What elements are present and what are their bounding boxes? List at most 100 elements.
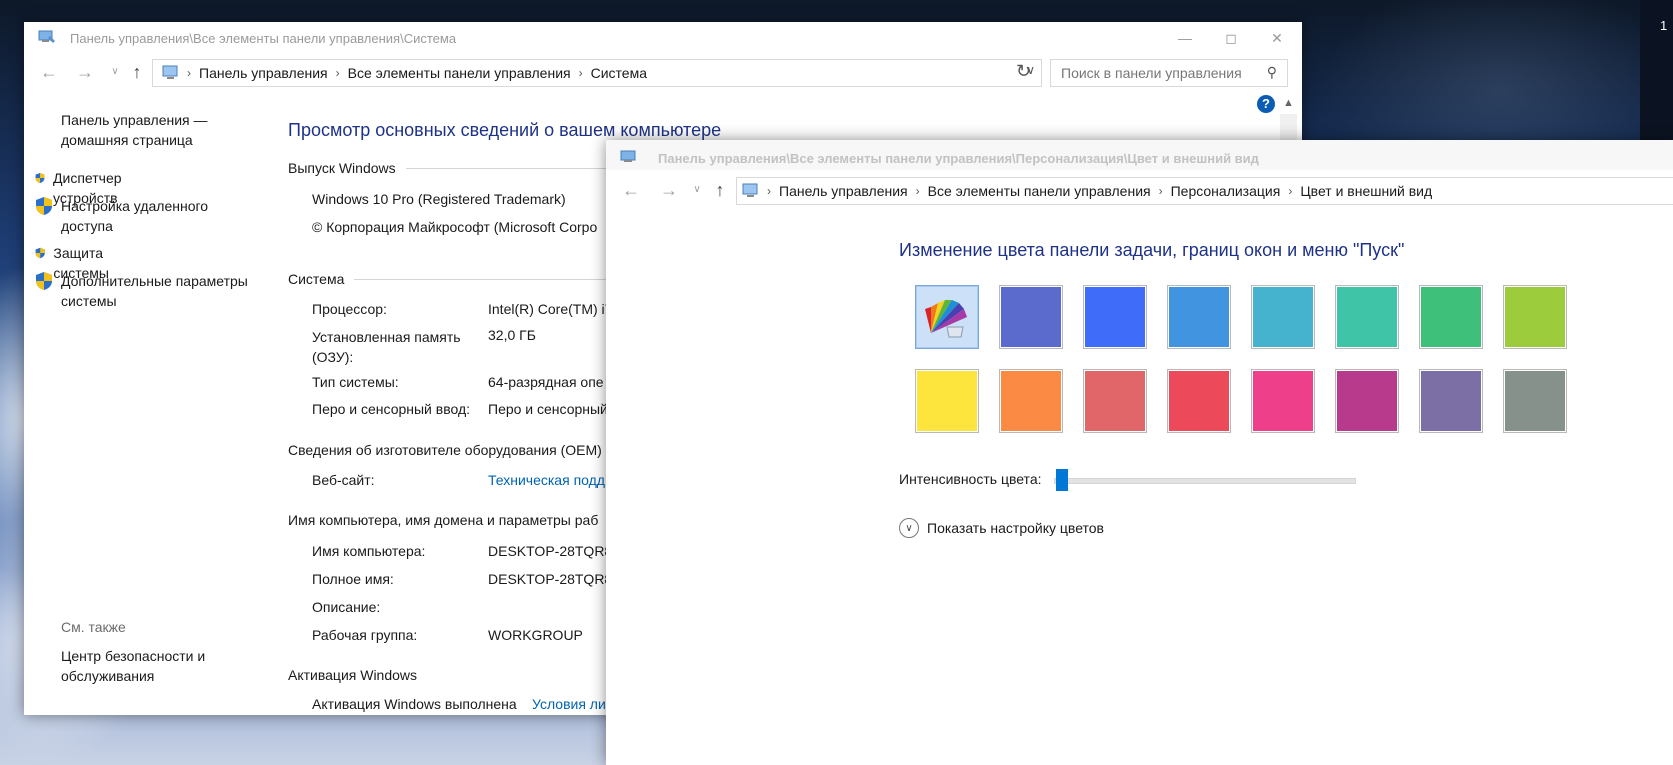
back-arrow-icon[interactable]: ← (620, 180, 642, 200)
system-type-value: 64-разрядная опе (488, 374, 604, 390)
pen-touch-value: Перо и сенсорный (488, 401, 608, 417)
search-icon[interactable]: ⚲ (1267, 64, 1277, 81)
sidebar-item-label: Настройка удаленного доступа (61, 198, 209, 234)
computer-name-section-heading: Имя компьютера, имя домена и параметры р… (288, 512, 598, 528)
breadcrumb-system[interactable]: Система (585, 65, 653, 81)
intensity-slider-track[interactable] (1054, 478, 1356, 484)
shield-icon (35, 172, 45, 184)
workgroup-value: WORKGROUP (488, 627, 583, 643)
tray-text: 1 (1660, 18, 1668, 33)
section-heading-text: Сведения об изготовителе оборудования (O… (288, 442, 602, 458)
breadcrumb-separator: › (1288, 184, 1293, 198)
color-swatch[interactable] (1503, 369, 1567, 433)
breadcrumb-control-panel[interactable]: Панель управления (193, 65, 334, 81)
help-icon[interactable]: ? (1257, 95, 1275, 113)
forward-arrow-icon[interactable]: → (658, 180, 680, 200)
sidebar-item-label: Дополнительные параметры системы (61, 273, 248, 309)
edition-section-heading: Выпуск Windows (288, 160, 626, 176)
color-swatch[interactable] (1251, 369, 1315, 433)
website-label: Веб-сайт: (312, 472, 375, 488)
control-panel-home-link[interactable]: Панель управления — домашняя страница (61, 110, 251, 150)
breadcrumb-separator: › (187, 66, 191, 80)
system-type-label: Тип системы: (312, 374, 399, 390)
up-arrow-icon[interactable]: ↑ (126, 62, 148, 82)
personalization-icon (620, 150, 636, 162)
system-address-bar[interactable]: › Панель управления › Все элементы панел… (152, 59, 1042, 87)
color-address-bar[interactable]: › Панель управления › Все элементы панел… (736, 177, 1673, 205)
description-label: Описание: (312, 599, 381, 615)
close-button[interactable]: ✕ (1254, 22, 1300, 54)
breadcrumb-separator: › (767, 184, 771, 198)
recent-dropdown-icon[interactable]: ∨ (686, 180, 708, 200)
breadcrumb-personalization[interactable]: Персонализация (1165, 183, 1287, 199)
breadcrumb-separator: › (578, 66, 583, 80)
system-address-row: ← → ∨ ↑ › Панель управления › Все элемен… (24, 52, 1302, 92)
full-name-value: DESKTOP-28TQR8J (488, 571, 620, 587)
color-fan-icon (925, 300, 967, 338)
forward-arrow-icon[interactable]: → (74, 62, 96, 82)
color-swatch-automatic[interactable] (915, 285, 979, 349)
security-center-link[interactable]: Центр безопасности и обслуживания (61, 646, 231, 686)
breadcrumb-separator: › (1158, 184, 1163, 198)
show-color-mixer[interactable]: ∨ Показать настройку цветов (899, 518, 1104, 538)
chevron-down-icon: ∨ (899, 518, 919, 538)
color-swatch[interactable] (1251, 285, 1315, 349)
activation-status: Активация Windows выполнена (312, 696, 517, 712)
workgroup-label: Рабочая группа: (312, 627, 418, 643)
full-name-label: Полное имя: (312, 571, 394, 587)
breadcrumb-separator: › (335, 66, 340, 80)
minimize-button[interactable]: — (1162, 22, 1208, 54)
system-section-heading: Система (288, 271, 615, 287)
color-swatch[interactable] (1419, 285, 1483, 349)
breadcrumb-color-appearance[interactable]: Цвет и внешний вид (1294, 183, 1438, 199)
color-swatch[interactable] (915, 369, 979, 433)
back-arrow-icon[interactable]: ← (38, 62, 60, 82)
system-titlebar[interactable]: Панель управления\Все элементы панели уп… (24, 22, 1302, 54)
color-swatch[interactable] (1419, 369, 1483, 433)
search-input[interactable] (1059, 64, 1253, 82)
page-title: Просмотр основных сведений о вашем компь… (288, 120, 722, 140)
intensity-label: Интенсивность цвета: (899, 471, 1042, 487)
refresh-icon[interactable]: ↻ (1016, 61, 1031, 82)
color-swatch[interactable] (1335, 285, 1399, 349)
sidebar-item-advanced-settings[interactable]: Дополнительные параметры системы (35, 271, 255, 311)
support-link[interactable]: Техническая подд (488, 472, 605, 488)
breadcrumb-separator: › (915, 184, 920, 198)
system-search-box[interactable]: ⚲ (1050, 59, 1288, 87)
color-swatch[interactable] (1335, 369, 1399, 433)
activation-section-heading: Активация Windows (288, 667, 417, 683)
recent-dropdown-icon[interactable]: ∨ (104, 62, 126, 82)
color-swatch[interactable] (1083, 285, 1147, 349)
shield-icon (35, 247, 45, 259)
computer-icon (742, 183, 758, 197)
color-window-title: Панель управления\Все элементы панели уп… (658, 151, 1259, 166)
intensity-slider-thumb[interactable] (1056, 469, 1068, 491)
section-divider (405, 167, 626, 169)
sidebar-item-remote-settings[interactable]: Настройка удаленного доступа (35, 196, 235, 236)
computer-name-label: Имя компьютера: (312, 543, 426, 559)
color-titlebar[interactable]: Панель управления\Все элементы панели уп… (606, 140, 1673, 174)
color-swatch[interactable] (999, 285, 1063, 349)
scroll-up-arrow-icon[interactable]: ▲ (1283, 97, 1294, 109)
pen-touch-label: Перо и сенсорный ввод: (312, 401, 471, 417)
color-swatch[interactable] (999, 369, 1063, 433)
see-also-label: См. также (61, 619, 126, 635)
breadcrumb-all-items[interactable]: Все элементы панели управления (922, 183, 1157, 199)
maximize-button[interactable]: ◻ (1208, 22, 1254, 54)
color-swatch[interactable] (1167, 369, 1231, 433)
show-color-mixer-label: Показать настройку цветов (927, 520, 1104, 536)
breadcrumb-control-panel[interactable]: Панель управления (773, 183, 914, 199)
color-swatch[interactable] (1083, 369, 1147, 433)
color-swatch[interactable] (1503, 285, 1567, 349)
license-terms-link[interactable]: Условия ли (532, 696, 606, 712)
section-heading-text: Выпуск Windows (288, 160, 396, 176)
copyright-text: © Корпорация Майкрософт (Microsoft Corpo (312, 219, 598, 235)
breadcrumb-all-items[interactable]: Все элементы панели управления (342, 65, 577, 81)
processor-value: Intel(R) Core(TM) i7 (488, 301, 613, 317)
computer-icon (162, 65, 178, 79)
color-swatch[interactable] (1167, 285, 1231, 349)
color-window: Панель управления\Все элементы панели уп… (606, 140, 1673, 765)
memory-value: 32,0 ГБ (488, 327, 536, 343)
section-divider (354, 278, 615, 280)
up-arrow-icon[interactable]: ↑ (709, 180, 731, 200)
